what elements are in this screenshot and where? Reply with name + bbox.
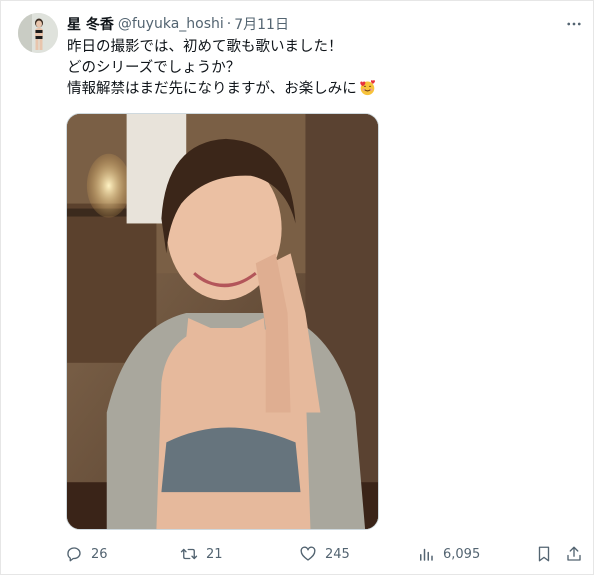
share-button[interactable]	[565, 543, 583, 565]
like-icon	[300, 546, 316, 561]
reply-icon	[67, 547, 81, 562]
like-button[interactable]: 245	[299, 543, 350, 565]
more-button[interactable]	[561, 13, 587, 35]
tweet-photo[interactable]	[66, 113, 379, 530]
share-icon	[567, 546, 581, 561]
tweet-header: 星 冬香 @fuyuka_hoshi · 7月11日	[67, 14, 289, 34]
reply-button[interactable]: 26	[65, 543, 108, 565]
user-handle[interactable]: @fuyuka_hoshi	[118, 16, 224, 32]
header-separator: ·	[226, 16, 232, 32]
view-count: 6,095	[443, 546, 481, 562]
tweet-text-line-3-text: 情報解禁はまだ先になりますが、お楽しみに	[67, 81, 357, 97]
retweet-button[interactable]: 21	[180, 543, 223, 565]
more-icon	[567, 22, 581, 26]
reply-count: 26	[91, 546, 108, 562]
like-count: 245	[325, 546, 350, 562]
tweet-text-line-2: どのシリーズでしょうか？	[67, 60, 241, 76]
tweet-card: 星 冬香 @fuyuka_hoshi · 7月11日 昨日の撮影では、初めて歌も…	[0, 0, 594, 575]
retweet-count: 21	[206, 546, 223, 562]
bookmark-icon	[538, 546, 550, 562]
tweet-date[interactable]: 7月11日	[234, 14, 289, 34]
tweet-text-line-3: 情報解禁はまだ先になりますが、お楽しみに	[67, 79, 577, 100]
action-bar: 26 21 245 6,095	[65, 543, 585, 565]
bookmark-button[interactable]	[535, 543, 553, 565]
display-name[interactable]: 星 冬香	[67, 14, 114, 34]
tweet-text-line-1: 昨日の撮影では、初めて歌も歌いました！	[67, 39, 343, 55]
views-button[interactable]: 6,095	[417, 543, 480, 565]
tweet-text: 昨日の撮影では、初めて歌も歌いました！ どのシリーズでしょうか？ 情報解禁はまだ…	[67, 37, 577, 100]
views-icon	[420, 548, 433, 561]
avatar[interactable]	[18, 13, 58, 53]
smiling-face-with-hearts-icon	[359, 80, 375, 96]
retweet-icon	[180, 548, 198, 560]
